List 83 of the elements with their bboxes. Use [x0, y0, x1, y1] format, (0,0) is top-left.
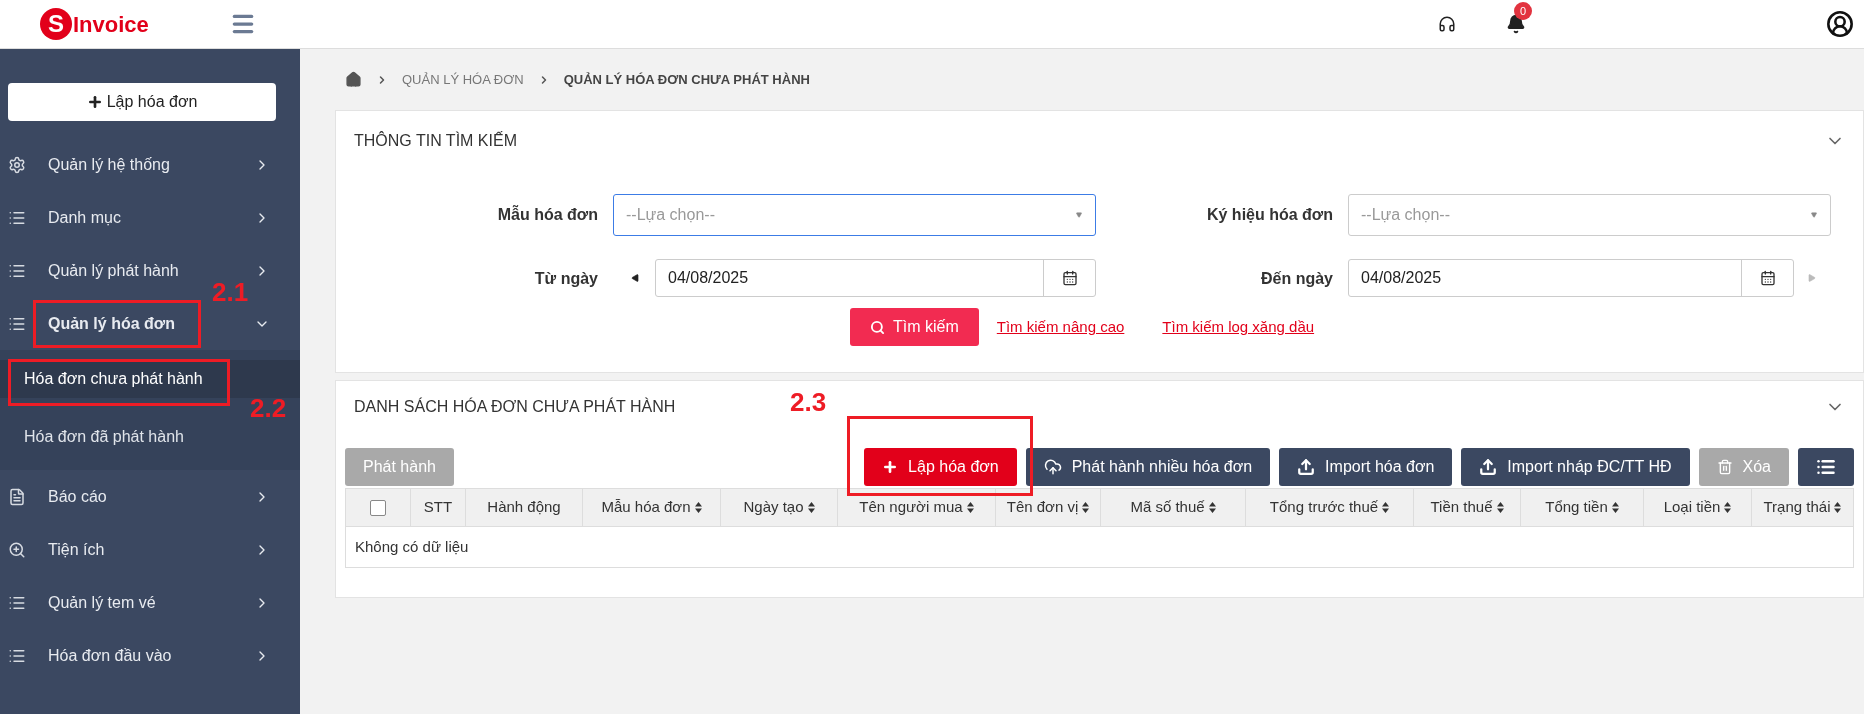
sort-icon	[1611, 502, 1619, 513]
search-button[interactable]: Tìm kiếm	[850, 308, 979, 346]
create-invoice-button[interactable]: Lập hóa đơn	[8, 83, 276, 121]
dropdown-caret-icon	[1075, 212, 1083, 218]
column-header[interactable]: Mã số thuế	[1101, 489, 1246, 526]
sidebar-subitem[interactable]: Hóa đơn đã phát hành	[0, 418, 300, 456]
list-icon	[8, 647, 26, 665]
step-label: 2.3	[790, 392, 827, 412]
sort-icon	[1382, 502, 1390, 513]
sort-icon	[807, 502, 815, 513]
list-icon	[8, 594, 26, 612]
sidebar-item[interactable]: Tiện ích	[0, 539, 300, 561]
select-all-checkbox[interactable]	[370, 499, 386, 516]
column-header[interactable]: Tên đơn vị	[996, 489, 1101, 526]
list-icon	[8, 209, 26, 227]
column-header[interactable]: Trạng thái	[1752, 489, 1853, 526]
sort-icon	[1082, 502, 1090, 513]
calendar-icon	[1061, 270, 1078, 286]
upload-icon	[1479, 458, 1498, 476]
list-icon	[8, 262, 26, 280]
sidebar-item[interactable]: Hóa đơn đầu vào	[0, 645, 300, 667]
sort-icon	[694, 502, 702, 513]
step-label: 2.1	[212, 282, 249, 302]
field-label: Mẫu hóa đơn	[496, 204, 599, 225]
column-header: Hành động	[466, 489, 583, 526]
list-icon	[8, 315, 26, 333]
field-label: Từ ngày	[533, 269, 599, 289]
column-toggle-button[interactable]	[1798, 448, 1854, 486]
notification-icon[interactable]	[1506, 14, 1526, 34]
panel-title: THÔNG TIN TÌM KIẾM	[354, 130, 517, 151]
toolbar-button[interactable]: Phát hành nhiều hóa đơn	[1025, 448, 1271, 486]
column-header[interactable]: Tổng tiền	[1521, 489, 1644, 526]
empty-message: Không có dữ liệu	[355, 536, 469, 557]
plus-icon	[86, 94, 103, 110]
column-header[interactable]: Tổng trước thuế	[1246, 489, 1414, 526]
search-link[interactable]: Tìm kiếm nâng cao	[996, 315, 1125, 339]
sort-icon	[1208, 502, 1216, 513]
settings-icon	[8, 156, 26, 174]
toolbar-button[interactable]: Import nháp ĐC/TT HĐ	[1461, 448, 1690, 486]
column-header[interactable]: Tiền thuế	[1414, 489, 1521, 526]
calendar-icon	[1759, 270, 1776, 286]
breadcrumb-item: QUẢN LÝ HÓA ĐƠN CHƯA PHÁT HÀNH	[563, 70, 810, 89]
sort-icon	[1496, 502, 1504, 513]
toolbar-button[interactable]: Import hóa đơn	[1279, 448, 1453, 486]
sidebar-item[interactable]: Báo cáo	[0, 486, 300, 508]
sidebar-item[interactable]: Danh mục	[0, 207, 300, 229]
step-label: 2.2	[250, 398, 287, 418]
sidebar-subitem[interactable]: Hóa đơn chưa phát hành	[0, 360, 300, 398]
sidebar-item[interactable]: Quản lý hệ thống	[0, 154, 300, 176]
trash-icon	[1716, 459, 1733, 475]
previous-arrow-icon[interactable]	[630, 274, 640, 282]
toolbar-button[interactable]: Lập hóa đơn	[864, 448, 1017, 486]
field-label: Ký hiệu hóa đơn	[1205, 205, 1334, 225]
date-field[interactable]: 04/08/2025	[655, 259, 1096, 297]
search-icon	[870, 319, 885, 335]
sort-icon	[966, 502, 974, 513]
search-link[interactable]: Tìm kiếm log xăng dầu	[1162, 315, 1315, 339]
column-header[interactable]: Tên người mua	[838, 489, 996, 526]
column-header[interactable]: Loại tiền	[1644, 489, 1752, 526]
cloud-upload-icon	[1043, 458, 1062, 476]
list-icon	[1816, 457, 1836, 477]
zoom-icon	[8, 541, 26, 559]
logo: S Invoice	[40, 7, 220, 41]
sort-icon	[1834, 502, 1842, 513]
home-icon[interactable]	[345, 71, 362, 88]
date-field[interactable]: 04/08/2025	[1348, 259, 1794, 297]
breadcrumb-item[interactable]: QUẢN LÝ HÓA ĐƠN	[402, 69, 524, 90]
sidebar-item[interactable]: Quản lý hóa đơn	[0, 313, 300, 335]
sort-icon	[1724, 502, 1732, 513]
plus-icon	[882, 459, 899, 475]
sidebar-item[interactable]: Quản lý tem vé	[0, 592, 300, 614]
column-header[interactable]: Mẫu hóa đơn	[583, 489, 721, 526]
column-header: STT	[411, 489, 466, 526]
notification-badge: 0	[1514, 2, 1532, 20]
panel-title: DANH SÁCH HÓA ĐƠN CHƯA PHÁT HÀNH	[354, 396, 676, 417]
dropdown-caret-icon	[1810, 212, 1818, 218]
field-label: Đến ngày	[1260, 269, 1334, 289]
headset-icon[interactable]	[1438, 15, 1456, 33]
sidebar-item[interactable]: Quản lý phát hành	[0, 260, 300, 282]
column-header[interactable]: Ngày tạo	[721, 489, 838, 526]
upload-icon	[1297, 458, 1316, 476]
document-icon	[8, 488, 26, 506]
avatar-icon[interactable]	[1826, 10, 1854, 38]
